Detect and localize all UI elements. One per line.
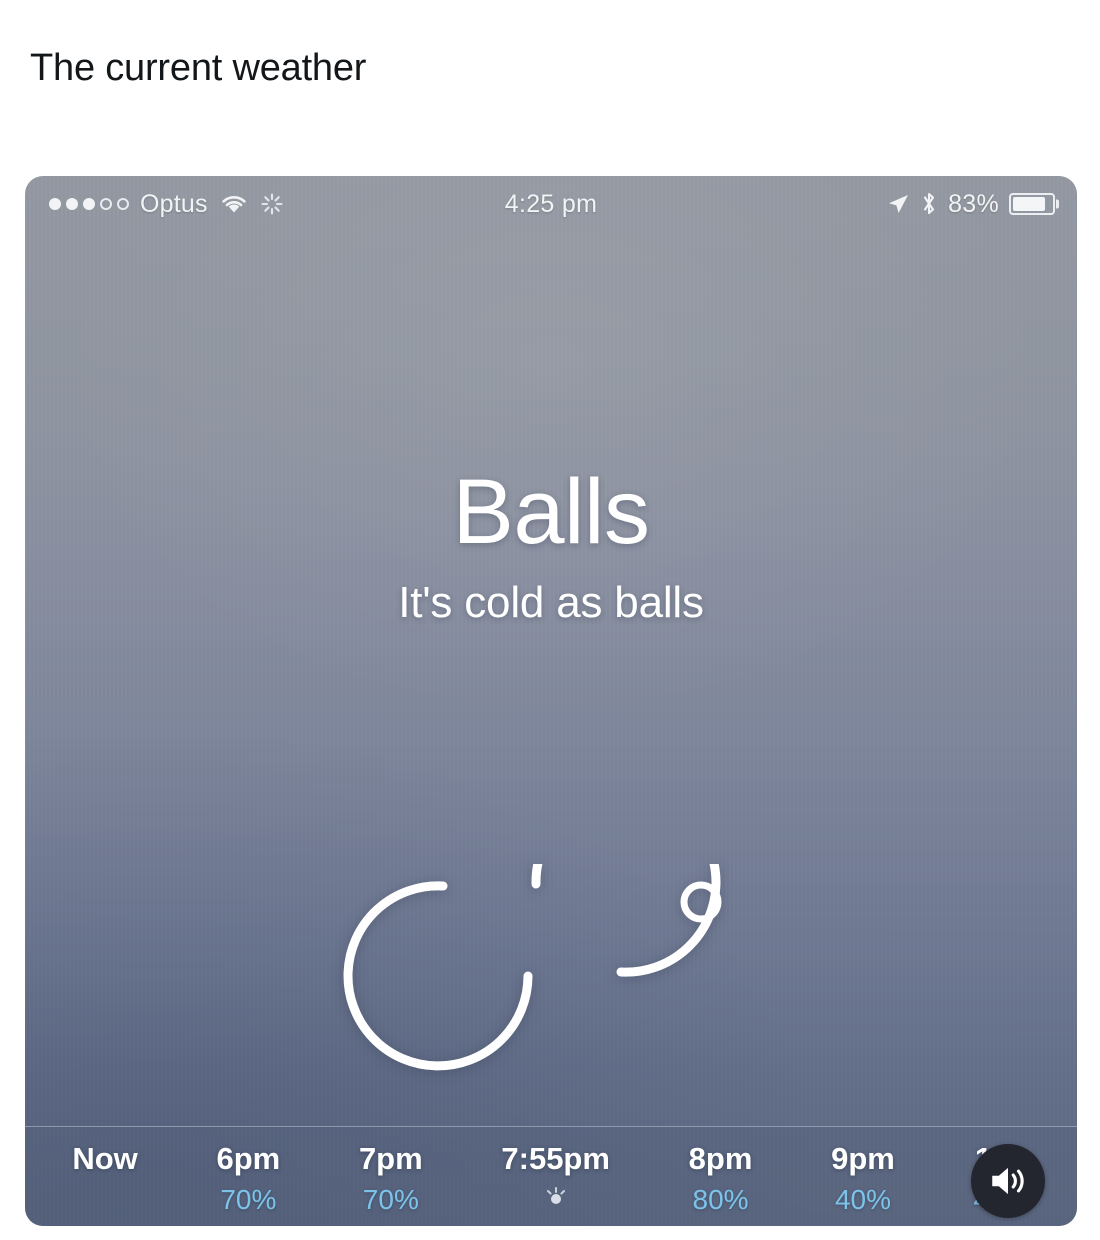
signal-dot-filled [49,198,61,210]
balls-weather-icon [331,864,771,1104]
signal-dot-empty [117,198,129,210]
battery-icon [1009,193,1055,215]
hourly-precip: 70% [220,1184,277,1215]
phone-screenshot-card: Optus 4:25 pm 83% Balls It's cold as bal… [25,176,1077,1226]
hourly-time: 8pm [688,1141,753,1176]
hourly-time: 7pm [358,1141,423,1176]
status-bar-right: 83% [886,190,1055,219]
battery-percent-label: 83% [948,189,999,218]
signal-dot-filled [83,198,95,210]
hourly-cell[interactable]: 6pm 70% [177,1141,319,1216]
location-arrow-icon [886,192,910,216]
hourly-time: 9pm [831,1141,895,1176]
hourly-precip: 40% [834,1184,891,1215]
signal-dot-filled [66,198,78,210]
hourly-precip: 70% [362,1184,419,1215]
wifi-icon [219,193,249,215]
condition-subtitle: It's cold as balls [398,578,704,627]
hourly-forecast-strip[interactable]: Now 6pm 70% 7pm 70% 7:55pm 8pm 80% 9pm 4… [25,1126,1077,1226]
hourly-cell[interactable]: 8pm 80% [649,1141,791,1216]
status-bar: Optus 4:25 pm 83% [25,176,1077,232]
hourly-cell[interactable]: Now [33,1141,177,1184]
activity-spinner-icon [260,192,284,216]
battery-fill [1013,197,1045,211]
hourly-time: 6pm [216,1141,281,1176]
screenshot-page: The current weather Optus 4:25 pm 83% Ba… [0,0,1100,1240]
hourly-time: 7:55pm [501,1141,610,1176]
hourly-time: Now [72,1141,138,1176]
bluetooth-icon [920,191,938,217]
signal-strength-dots [49,198,129,210]
condition-title: Balls [452,461,650,563]
current-conditions: Balls It's cold as balls [25,466,1077,628]
volume-speaker-icon[interactable] [971,1144,1045,1218]
sunset-icon [466,1186,645,1208]
page-title: The current weather [30,47,367,89]
hourly-cell[interactable]: 9pm 40% [792,1141,934,1216]
signal-dot-empty [100,198,112,210]
status-bar-left: Optus [49,190,284,219]
hourly-cell[interactable]: 7pm 70% [320,1141,462,1216]
hourly-cell-sunset[interactable]: 7:55pm [462,1141,649,1208]
hourly-precip: 80% [692,1184,749,1215]
carrier-label: Optus [140,189,208,218]
